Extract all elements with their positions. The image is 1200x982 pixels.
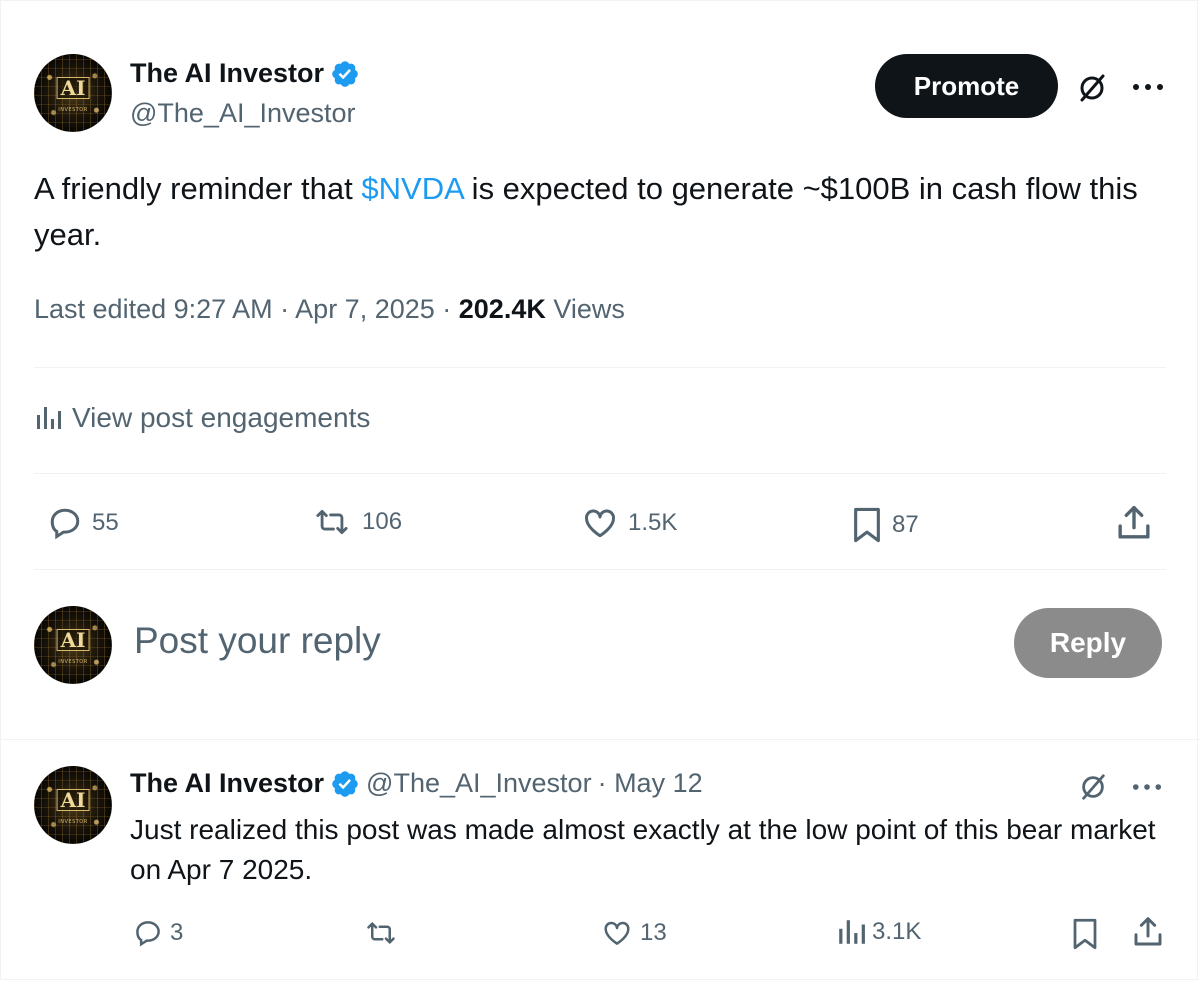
reply-icon — [46, 505, 84, 541]
reply-count: 3 — [170, 919, 184, 946]
reply-action[interactable]: 55 — [46, 505, 119, 541]
reply-icon — [132, 918, 164, 948]
grok-icon[interactable] — [1076, 72, 1108, 104]
view-engagements-link[interactable]: View post engagements — [34, 402, 370, 434]
reply-author-avatar[interactable]: AI INVESTOR — [34, 766, 112, 844]
repost-action[interactable]: 106 — [310, 505, 402, 539]
share-icon — [1132, 914, 1164, 950]
author-handle[interactable]: @The_AI_Investor — [130, 98, 356, 129]
divider — [34, 569, 1166, 570]
reply-input[interactable]: Post your reply — [134, 620, 381, 662]
divider — [34, 473, 1166, 474]
analytics-icon — [34, 405, 62, 431]
avatar-logo-text: AI — [56, 77, 90, 100]
bookmark-icon — [850, 505, 884, 545]
bookmark-action[interactable]: 87 — [850, 505, 919, 545]
bookmark-icon — [1070, 916, 1100, 952]
post-timestamp[interactable]: Last edited 9:27 AM · Apr 7, 2025 · — [34, 294, 459, 324]
divider — [34, 367, 1166, 368]
reply-share-action[interactable] — [1132, 914, 1164, 950]
repost-icon — [362, 918, 400, 948]
repost-icon — [310, 505, 354, 539]
like-count: 13 — [640, 919, 667, 946]
views-count: 202.4K — [458, 294, 546, 324]
reply-button[interactable]: Reply — [1014, 608, 1162, 678]
reply-date[interactable]: · May 12 — [598, 768, 703, 799]
reply-author-name[interactable]: The AI Investor — [130, 768, 324, 799]
reply-bookmark-action[interactable] — [1070, 916, 1100, 952]
views-count: 3.1K — [872, 918, 922, 945]
post-text: A friendly reminder that $NVDA is expect… — [34, 171, 1138, 252]
like-action[interactable]: 1.5K — [580, 505, 677, 541]
author-name[interactable]: The AI Investor — [130, 58, 324, 89]
user-avatar[interactable]: AI INVESTOR — [34, 606, 112, 684]
reply-count: 55 — [92, 509, 119, 536]
cashtag-link[interactable]: $NVDA — [361, 171, 463, 206]
like-count: 1.5K — [628, 509, 678, 536]
reply-author-handle[interactable]: @The_AI_Investor — [366, 768, 592, 799]
author-avatar[interactable]: AI INVESTOR — [34, 54, 112, 132]
more-options-icon[interactable] — [1132, 82, 1164, 92]
divider — [0, 739, 1200, 740]
share-action[interactable] — [1115, 503, 1153, 543]
heart-icon — [580, 505, 620, 541]
reply-views-action[interactable]: 3.1K — [836, 918, 921, 946]
share-icon — [1115, 503, 1153, 543]
grok-icon[interactable] — [1078, 772, 1108, 802]
more-options-icon[interactable] — [1132, 782, 1162, 792]
reply-text: Just realized this post was made almost … — [130, 814, 1156, 885]
reply-reply-action[interactable]: 3 — [132, 918, 183, 948]
verified-badge-icon — [330, 769, 360, 799]
repost-count: 106 — [362, 508, 403, 535]
post-meta: Last edited 9:27 AM · Apr 7, 2025 · 202.… — [34, 294, 625, 324]
promote-button[interactable]: Promote — [875, 54, 1058, 118]
heart-icon — [600, 918, 634, 948]
reply-repost-action[interactable] — [362, 918, 400, 948]
reply-like-action[interactable]: 13 — [600, 918, 667, 948]
bookmark-count: 87 — [892, 511, 919, 538]
analytics-icon — [836, 918, 866, 946]
verified-badge-icon — [330, 59, 360, 89]
